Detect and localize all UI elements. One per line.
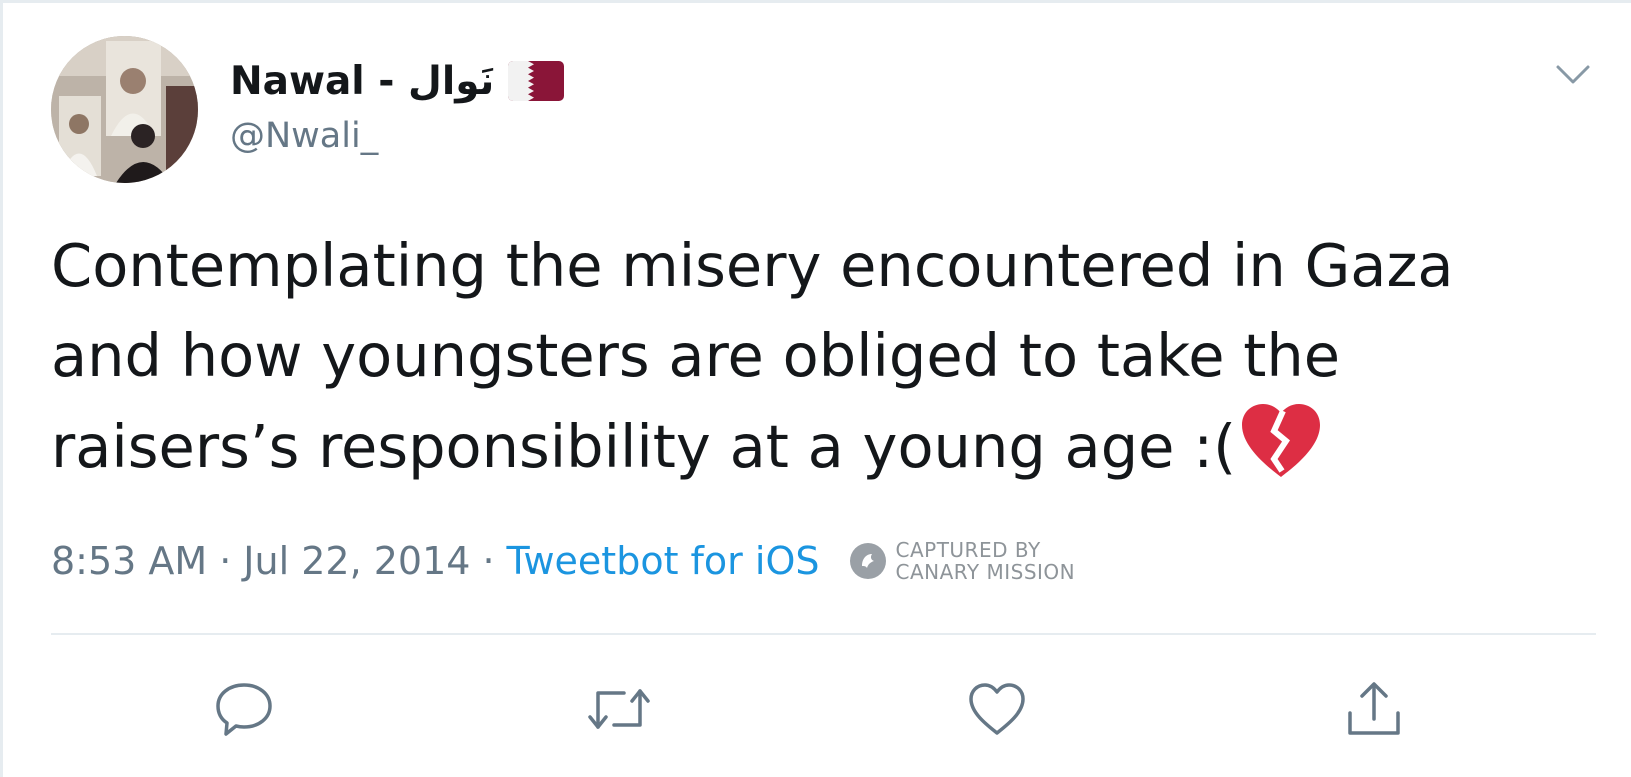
meta-separator: · (219, 539, 232, 583)
tweet-text-line: and how youngsters are obliged to take t… (51, 321, 1341, 390)
like-heart-icon[interactable] (961, 673, 1033, 745)
broken-heart-icon (1238, 401, 1324, 479)
tweet-source-link[interactable]: Tweetbot for iOS (507, 539, 820, 583)
watermark-line: CANARY MISSION (895, 560, 1076, 584)
tweet-date[interactable]: Jul 22, 2014 (243, 539, 470, 583)
display-name[interactable]: Nawal - نَوال (230, 59, 494, 104)
author-row: Nawal - نَوال (230, 55, 565, 107)
qatar-flag-icon (508, 61, 565, 101)
canary-logo-icon (850, 543, 887, 579)
avatar[interactable] (51, 36, 198, 183)
reply-icon[interactable] (208, 673, 280, 745)
tweet-card: Nawal - نَوال @Nwali_ Contemplating the … (0, 0, 1631, 777)
canary-mission-watermark: CAPTURED BY CANARY MISSION (849, 539, 1075, 583)
tweet-text-line: Contemplating the misery encountered in … (51, 231, 1454, 300)
watermark-line: CAPTURED BY (895, 538, 1041, 562)
tweet-text-line: raisers’s responsibility at a young age … (51, 412, 1237, 481)
user-handle[interactable]: @Nwali_ (230, 116, 378, 156)
retweet-icon[interactable] (583, 673, 655, 745)
tweet-text: Contemplating the misery encountered in … (51, 221, 1571, 492)
divider (51, 633, 1596, 635)
chevron-down-icon[interactable] (1551, 53, 1595, 97)
tweet-time[interactable]: 8:53 AM (51, 539, 207, 583)
share-icon[interactable] (1338, 673, 1410, 745)
tweet-text-line-with-emoji: raisers’s responsibility at a young age … (51, 401, 1571, 492)
watermark-text: CAPTURED BY CANARY MISSION (895, 539, 1075, 583)
meta-separator: · (482, 539, 495, 583)
action-bar (3, 673, 1631, 753)
tweet-meta: 8:53 AM · Jul 22, 2014 · Tweetbot for iO… (51, 533, 1075, 589)
